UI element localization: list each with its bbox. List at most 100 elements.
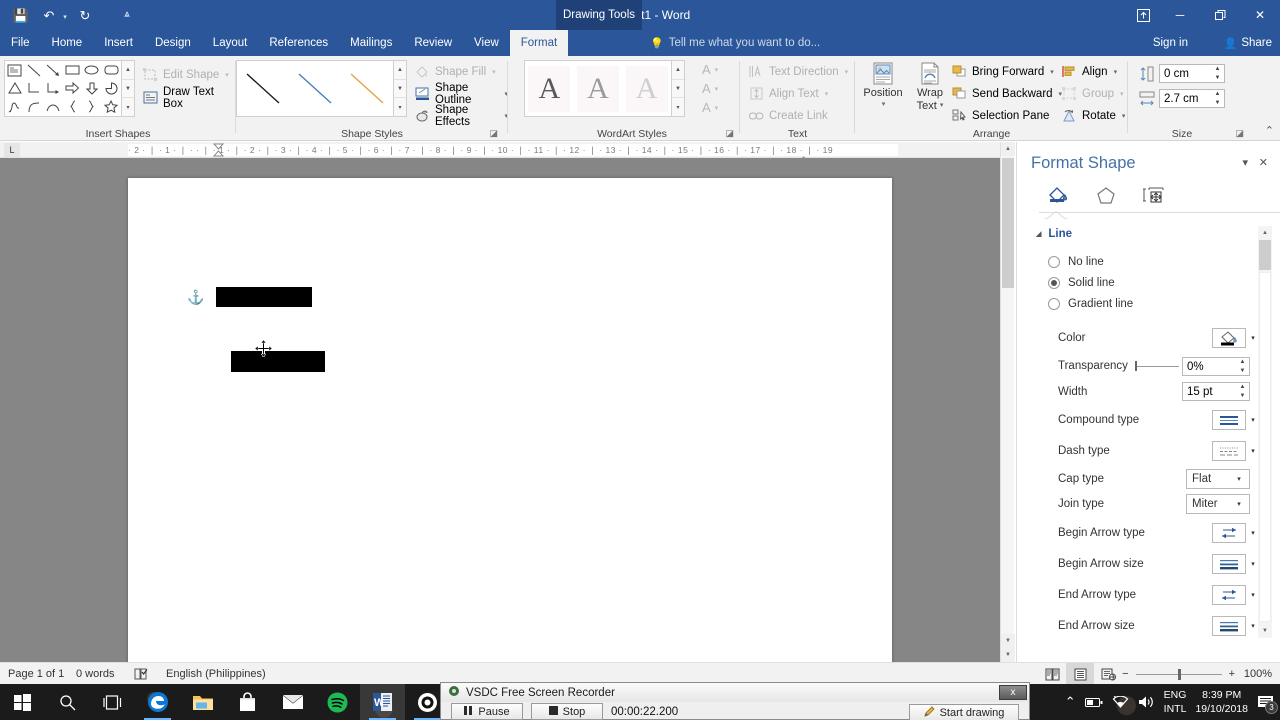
horizontal-ruler[interactable]: L · 2 · ❘ · 1 · ❘ · · ❘ · 1 · ❘ · 2 · ❘ … (0, 142, 1006, 163)
edit-shape-dropdown-icon[interactable]: ▾ (225, 71, 229, 79)
shape-rounded-rectangle-icon[interactable] (102, 61, 121, 79)
tab-insert[interactable]: Insert (93, 30, 144, 56)
layout-and-properties-tab-icon[interactable] (1141, 184, 1167, 208)
text-direction-dropdown-icon[interactable]: ▾ (845, 68, 849, 76)
spotify-icon[interactable] (315, 684, 360, 720)
shape-fill-button[interactable]: Shape Fill ▾ (414, 61, 496, 82)
wordart-gallery[interactable]: A A A (524, 60, 672, 117)
zoom-slider[interactable] (1135, 668, 1222, 680)
color-picker-control[interactable]: ▾ (1212, 328, 1260, 348)
dash-type-control[interactable]: ▾ (1212, 441, 1260, 461)
join-type-dropdown[interactable]: Miter ▾ (1186, 494, 1250, 514)
show-hidden-icons-icon[interactable]: ⌃ (1065, 694, 1076, 710)
bring-forward-button[interactable]: Bring Forward ▾ (951, 61, 1054, 82)
text-fill-button[interactable]: A ▾ (702, 62, 736, 77)
shape-curve-icon[interactable] (24, 98, 43, 116)
vsdc-close-button[interactable]: x (999, 685, 1027, 700)
selection-pane-button[interactable]: Selection Pane (951, 105, 1049, 126)
volume-icon[interactable] (1138, 695, 1155, 709)
cap-type-dropdown-icon[interactable]: ▾ (1231, 470, 1247, 488)
solid-line-option[interactable]: Solid line (1048, 277, 1115, 289)
share-button[interactable]: 👤 Share (1224, 30, 1272, 56)
black-line-shape-2[interactable] (231, 351, 325, 372)
shape-width-spinner[interactable]: ▲ ▼ (1212, 90, 1223, 107)
scroll-thumb[interactable] (1002, 158, 1014, 288)
pane-scroll-thumb[interactable] (1259, 240, 1271, 270)
effects-tab-icon[interactable] (1093, 184, 1119, 208)
document-page[interactable]: ⚓ (128, 178, 892, 662)
shape-arc-icon[interactable] (44, 98, 63, 116)
shape-left-brace-icon[interactable] (63, 98, 82, 116)
edit-shape-button[interactable]: Edit Shape ▾ (142, 64, 229, 85)
pane-scrollbar[interactable]: ▲ ▼ (1258, 226, 1272, 638)
page-indicator[interactable]: Page 1 of 1 (8, 663, 64, 685)
notification-center-icon[interactable]: 3 (1257, 695, 1278, 714)
wordart-preset-3[interactable]: A (625, 65, 668, 112)
tab-mailings[interactable]: Mailings (339, 30, 403, 56)
collapse-ribbon-button[interactable]: ⌃ (1265, 124, 1274, 137)
no-line-radio[interactable] (1048, 256, 1060, 268)
restore-button[interactable] (1200, 0, 1240, 30)
align-text-button[interactable]: Align Text ▾ (748, 83, 828, 104)
tab-references[interactable]: References (258, 30, 339, 56)
transparency-slider-handle[interactable] (1135, 361, 1137, 371)
wordart-preset-1[interactable]: A (528, 65, 571, 112)
cap-type-dropdown[interactable]: Flat ▾ (1186, 469, 1250, 489)
compound-type-control[interactable]: ▾ (1212, 410, 1260, 430)
shape-right-arrow-icon[interactable] (63, 79, 82, 97)
document-vertical-scrollbar[interactable]: ▲ ▼ ▼ (1000, 142, 1015, 662)
send-backward-button[interactable]: Send Backward ▾ (951, 83, 1062, 104)
print-layout-view-button[interactable] (1066, 663, 1094, 685)
pane-scroll-up-icon[interactable]: ▲ (1258, 226, 1272, 240)
create-link-button[interactable]: Create Link (748, 105, 828, 126)
tab-review[interactable]: Review (403, 30, 463, 56)
transparency-slider-track[interactable] (1137, 366, 1179, 367)
shape-elbow-arrow-connector-icon[interactable] (44, 79, 63, 97)
shapes-scroll-up-icon[interactable]: ▲ (122, 61, 134, 79)
proofing-status-icon[interactable] (134, 663, 148, 685)
shape-width-control[interactable]: 2.7 cm ▲ ▼ (1138, 89, 1225, 108)
next-page-icon[interactable]: ▼ (1001, 648, 1015, 662)
shape-style-preset-3[interactable] (341, 61, 393, 116)
pane-close-icon[interactable]: ✕ (1259, 156, 1268, 169)
battery-icon[interactable] (1084, 697, 1103, 708)
text-effects-dropdown-icon[interactable]: ▾ (715, 104, 719, 112)
ribbon-display-options-icon[interactable] (1126, 0, 1160, 30)
web-layout-view-button[interactable] (1094, 663, 1122, 685)
task-view-icon[interactable] (90, 684, 135, 720)
tab-design[interactable]: Design (144, 30, 202, 56)
text-outline-button[interactable]: A ▾ (702, 81, 736, 96)
color-swatch-button[interactable] (1212, 328, 1246, 348)
begin-arrow-size-control[interactable]: ▾ (1212, 554, 1260, 574)
word-icon[interactable]: W (360, 684, 405, 720)
sign-in-button[interactable]: Sign in (1153, 30, 1188, 56)
scroll-down-icon[interactable]: ▼ (1001, 634, 1015, 648)
shape-star-icon[interactable] (102, 98, 121, 116)
transparency-spinner[interactable]: ▲ ▼ (1237, 358, 1248, 375)
end-arrow-type-button[interactable] (1212, 585, 1246, 605)
width-input[interactable]: 15 pt ▲ ▼ (1182, 382, 1250, 401)
shape-styles-scroll-down-icon[interactable]: ▼ (394, 78, 406, 98)
language-indicator[interactable]: English (Philippines) (166, 663, 266, 685)
undo-dropdown-icon[interactable]: ▾ (60, 2, 70, 28)
start-button[interactable] (0, 684, 45, 720)
zoom-out-button[interactable]: − (1122, 668, 1128, 680)
begin-arrow-size-button[interactable] (1212, 554, 1246, 574)
bring-forward-dropdown-icon[interactable]: ▾ (1050, 68, 1054, 76)
file-explorer-icon[interactable] (180, 684, 225, 720)
tab-view[interactable]: View (463, 30, 510, 56)
wrap-text-dropdown-icon[interactable]: ▾ (940, 102, 944, 110)
scroll-up-icon[interactable]: ▲ (1001, 142, 1015, 156)
no-line-option[interactable]: No line (1048, 256, 1104, 268)
language-indicator[interactable]: ENG INTL (1164, 688, 1187, 716)
wordart-preset-2[interactable]: A (576, 65, 619, 112)
shape-line-icon[interactable] (24, 61, 43, 79)
redo-icon[interactable]: ↻ (72, 2, 98, 28)
shape-styles-gallery[interactable] (236, 60, 394, 117)
edge-browser-icon[interactable] (135, 684, 180, 720)
search-icon[interactable] (45, 684, 90, 720)
shape-style-preset-2[interactable] (289, 61, 341, 116)
shape-style-preset-1[interactable] (237, 61, 289, 116)
end-arrow-type-control[interactable]: ▾ (1212, 585, 1260, 605)
shapes-gallery-scroll[interactable]: ▲ ▼ ▾ (122, 60, 135, 117)
